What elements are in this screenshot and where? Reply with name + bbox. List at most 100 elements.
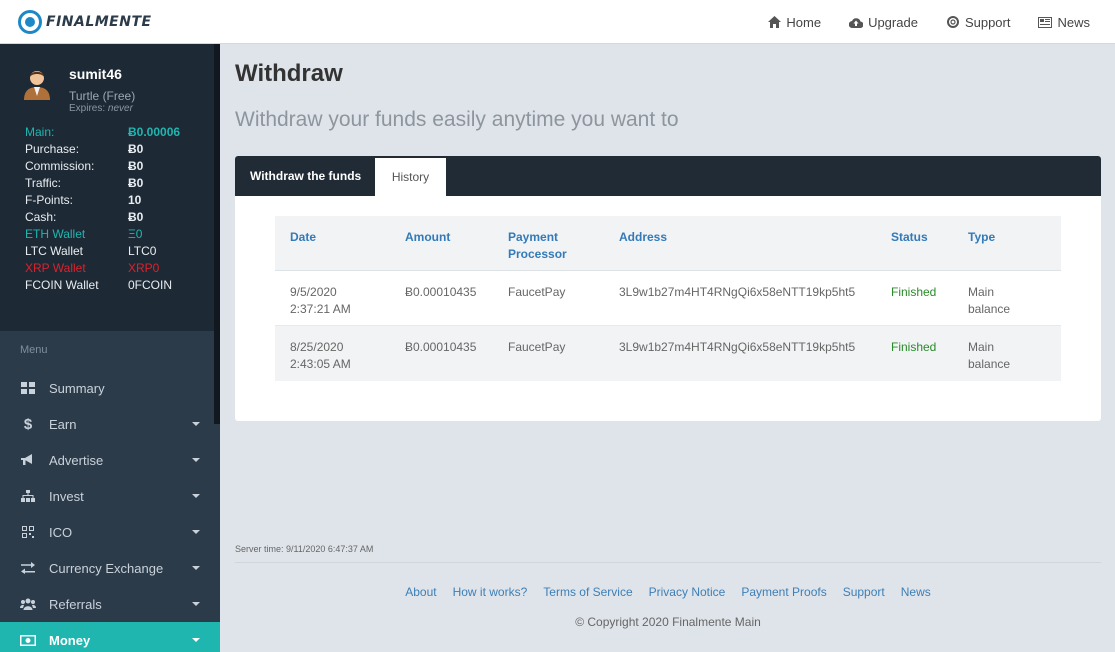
dashboard-icon <box>20 381 36 395</box>
sidebar-item-ico[interactable]: ICO <box>0 514 220 550</box>
panel-tabs: Withdraw the funds History <box>235 156 1101 196</box>
sidebar-item-currency-exchange[interactable]: Currency Exchange <box>0 550 220 586</box>
qrcode-icon <box>20 525 36 539</box>
balance-value: XRP0 <box>128 261 160 275</box>
sidebar-item-label: ICO <box>49 524 73 540</box>
balance-value: Ƀ0.00006 <box>128 125 181 139</box>
copyright: © Copyright 2020 Finalmente Main <box>575 615 761 629</box>
cell-date: 9/5/2020 2:37:21 AM <box>290 285 351 316</box>
balance-traffic: Traffic: Ƀ0 <box>25 176 215 193</box>
cell-processor: FaucetPay <box>508 340 566 354</box>
footer-divider <box>235 562 1101 563</box>
balance-value: 0FCOIN <box>128 278 173 292</box>
footer-link-about[interactable]: About <box>405 585 436 599</box>
column-header-date[interactable]: Date <box>290 229 390 246</box>
sidebar-item-label: Currency Exchange <box>49 560 164 576</box>
column-header-status[interactable]: Status <box>891 229 961 246</box>
chevron-down-icon <box>192 458 200 462</box>
balance-value: Ξ0 <box>128 227 143 241</box>
nav-support-label: Support <box>964 14 1011 30</box>
membership-plan: Turtle (Free) <box>69 89 136 103</box>
cell-date: 8/25/2020 2:43:05 AM <box>290 340 351 371</box>
nav-home-label: Home <box>786 14 822 30</box>
footer-link-privacy[interactable]: Privacy Notice <box>649 585 726 599</box>
bullhorn-icon <box>20 453 36 467</box>
balance-xrp-wallet[interactable]: XRP Wallet XRP0 <box>25 261 215 278</box>
balance-fcoin-wallet: FCOIN Wallet 0FCOIN <box>25 278 215 295</box>
sitemap-icon <box>20 489 36 503</box>
footer-link-news[interactable]: News <box>901 585 931 599</box>
nav-support[interactable]: Support <box>932 15 1025 30</box>
footer-link-terms[interactable]: Terms of Service <box>543 585 632 599</box>
nav-home[interactable]: Home <box>753 15 835 30</box>
page-title: Withdraw <box>235 60 343 87</box>
balance-label: Traffic: <box>25 176 62 190</box>
brand-name: FINALMENTE <box>46 14 152 30</box>
tab-withdraw-funds[interactable]: Withdraw the funds <box>235 156 376 196</box>
nav-upgrade[interactable]: Upgrade <box>835 15 932 30</box>
nav-upgrade-label: Upgrade <box>868 14 918 30</box>
sidebar-item-invest[interactable]: Invest <box>0 478 220 514</box>
sidebar-item-earn[interactable]: $ Earn <box>0 406 220 442</box>
brand-logo[interactable]: FINALMENTE <box>18 7 152 37</box>
balance-label: FCOIN Wallet <box>25 278 99 292</box>
column-header-amount[interactable]: Amount <box>405 229 505 246</box>
logo-mark-icon <box>18 10 42 34</box>
balance-value: Ƀ0 <box>128 176 144 190</box>
balance-label: F-Points: <box>25 193 74 207</box>
membership-expiry: Expires: never <box>69 103 133 114</box>
nav-news[interactable]: News <box>1024 15 1115 30</box>
balance-cash: Cash: Ƀ0 <box>25 210 215 227</box>
table-row: 8/25/2020 2:43:05 AM Ƀ0.00010435 FaucetP… <box>275 326 1061 381</box>
balance-label: Main: <box>25 125 55 139</box>
sidebar-item-label: Invest <box>49 488 84 504</box>
cell-address: 3L9w1b27m4HT4RNgQi6x58eNTT19kp5ht5 <box>619 285 856 299</box>
sidebar-item-label: Earn <box>49 416 77 432</box>
expires-label: Expires: <box>69 103 106 114</box>
sidebar-item-referrals[interactable]: Referrals <box>0 586 220 622</box>
chevron-down-icon <box>192 530 200 534</box>
balance-fpoints: F-Points: 10 <box>25 193 215 210</box>
balance-label: LTC Wallet <box>25 244 84 258</box>
balance-eth-wallet[interactable]: ETH Wallet Ξ0 <box>25 227 215 244</box>
username: sumit46 <box>69 66 122 82</box>
sidebar: sumit46 Turtle (Free) Expires: never Mai… <box>0 44 220 652</box>
chevron-down-icon <box>192 422 200 426</box>
sidebar-scrollbar[interactable] <box>214 44 220 424</box>
balance-label: ETH Wallet <box>25 227 86 241</box>
cell-type: Main balance <box>968 340 1011 371</box>
top-nav: Home Upgrade Support News <box>753 0 1115 44</box>
sidebar-item-label: Referrals <box>49 596 102 612</box>
cell-amount: Ƀ0.00010435 <box>405 340 477 354</box>
cell-address: 3L9w1b27m4HT4RNgQi6x58eNTT19kp5ht5 <box>619 340 856 354</box>
table-row: 9/5/2020 2:37:21 AM Ƀ0.00010435 FaucetPa… <box>275 271 1061 326</box>
balance-main: Main: Ƀ0.00006 <box>25 125 215 142</box>
tab-history[interactable]: History <box>375 156 446 196</box>
sidebar-item-summary[interactable]: Summary <box>0 370 220 406</box>
cloud-upload-icon <box>849 16 864 28</box>
expires-value: never <box>107 103 133 114</box>
balance-value: Ƀ0 <box>128 142 144 156</box>
sidebar-item-advertise[interactable]: Advertise <box>0 442 220 478</box>
balance-ltc-wallet: LTC Wallet LTC0 <box>25 244 215 261</box>
balance-label: XRP Wallet <box>25 261 86 275</box>
footer-link-payment-proofs[interactable]: Payment Proofs <box>741 585 826 599</box>
sidebar-item-money[interactable]: Money <box>0 622 220 652</box>
withdraw-panel: Withdraw the funds History Date Amount P… <box>235 156 1101 421</box>
footer-link-how-it-works[interactable]: How it works? <box>453 585 528 599</box>
cell-amount: Ƀ0.00010435 <box>405 285 477 299</box>
chevron-down-icon <box>192 602 200 606</box>
balance-purchase: Purchase: Ƀ0 <box>25 142 215 159</box>
chevron-down-icon <box>192 494 200 498</box>
balance-label: Cash: <box>25 210 57 224</box>
footer-link-support[interactable]: Support <box>843 585 885 599</box>
column-header-type[interactable]: Type <box>968 229 1048 246</box>
cell-type: Main balance <box>968 285 1011 316</box>
footer-links: About How it works? Terms of Service Pri… <box>235 585 1101 599</box>
chevron-down-icon <box>192 566 200 570</box>
money-icon <box>20 633 36 647</box>
users-icon <box>20 597 36 611</box>
column-header-address[interactable]: Address <box>619 229 889 246</box>
newspaper-icon <box>1038 16 1053 28</box>
column-header-payment-processor[interactable]: Payment Processor <box>508 229 578 263</box>
